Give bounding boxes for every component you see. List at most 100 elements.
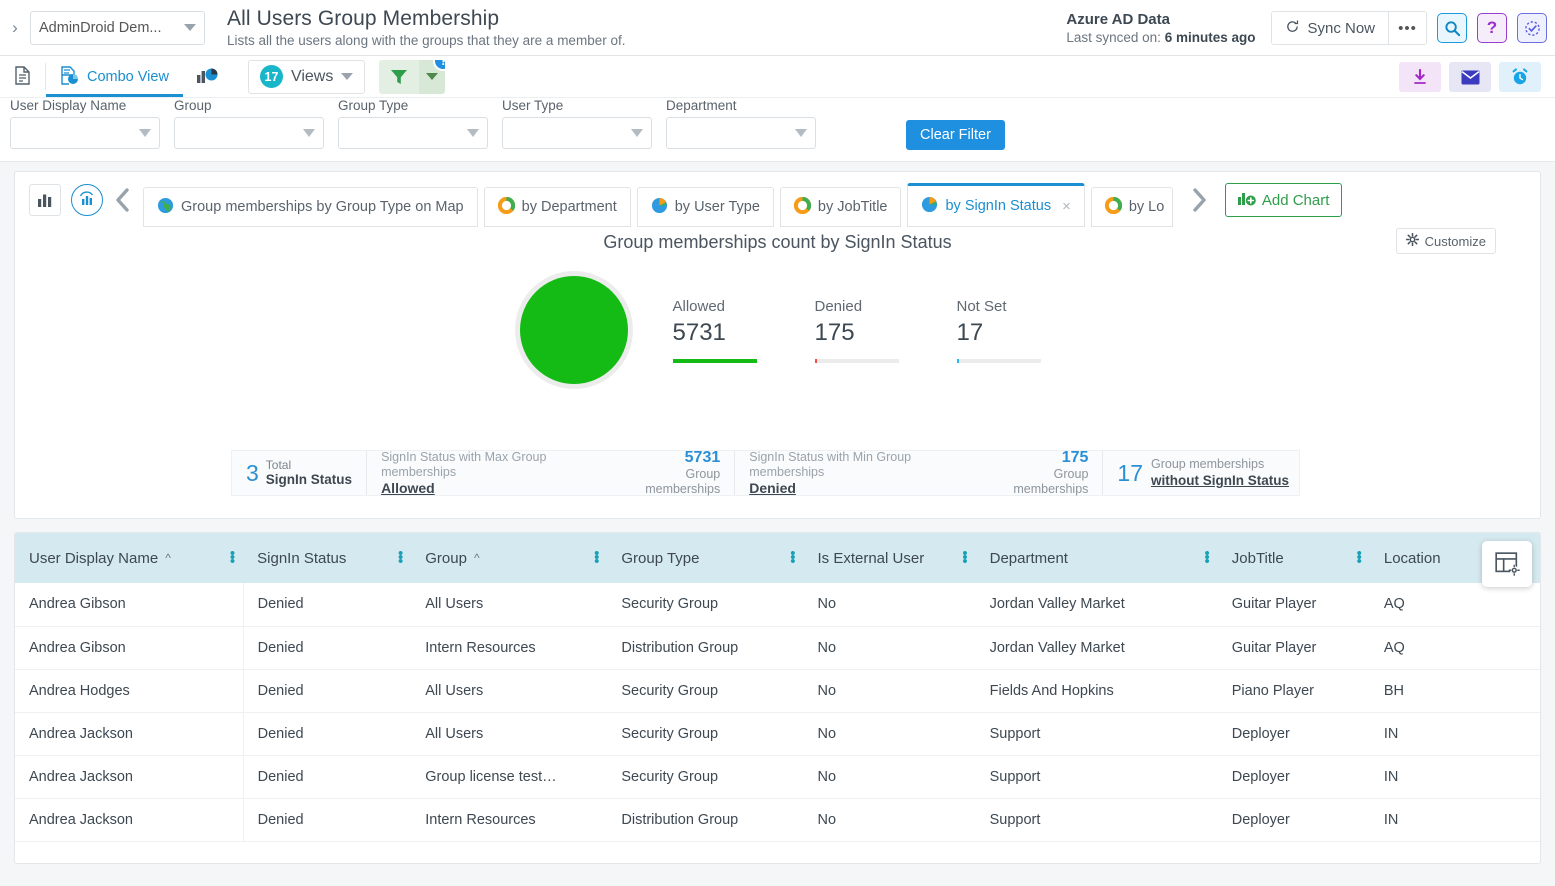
summary-without-value: 17 bbox=[1117, 459, 1143, 486]
filter-select-user-display-name[interactable] bbox=[10, 117, 160, 149]
summary-without-label[interactable]: without SignIn Status bbox=[1151, 472, 1289, 489]
table-cell: Fields And Hopkins bbox=[975, 669, 1218, 713]
refresh-chart-icon[interactable] bbox=[71, 184, 103, 216]
legend-value: 5731 bbox=[672, 318, 726, 346]
legend-label: Allowed bbox=[672, 297, 726, 315]
column-header-group-type[interactable]: Group Type • • • bbox=[607, 533, 804, 583]
summary-max-unit: Group memberships bbox=[645, 467, 721, 496]
column-label: Department bbox=[989, 549, 1068, 567]
chevron-down-icon bbox=[795, 129, 807, 137]
question-mark-icon[interactable]: ? bbox=[1477, 13, 1507, 43]
filter-department: Department bbox=[666, 98, 816, 149]
column-menu-icon[interactable]: • • • bbox=[962, 546, 967, 569]
tab-combo-view[interactable]: Combo View bbox=[46, 56, 183, 97]
table-cell: Guitar Player bbox=[1217, 626, 1370, 670]
summary-max-value: 5731 bbox=[684, 449, 721, 466]
column-menu-icon[interactable]: • • • bbox=[594, 546, 599, 569]
chevron-down-icon bbox=[303, 129, 315, 137]
column-menu-icon[interactable]: • • • bbox=[1205, 546, 1210, 569]
download-icon[interactable] bbox=[1399, 62, 1441, 92]
views-button[interactable]: 17 Views bbox=[247, 59, 366, 94]
column-menu-icon[interactable]: • • • bbox=[398, 546, 403, 569]
table-cell: All Users bbox=[411, 669, 608, 713]
chart-tab-group-type-map[interactable]: Group memberships by Group Type on Map bbox=[143, 187, 478, 227]
table-row[interactable]: Andrea Jackson Denied Group license test… S… bbox=[15, 755, 1540, 799]
chart-tab-strip: Group memberships by Group Type on Map b… bbox=[15, 172, 1540, 228]
chart-tabs-next-button[interactable] bbox=[1179, 187, 1219, 213]
chart-tab-label: Group memberships by Group Type on Map bbox=[181, 199, 464, 215]
chevron-down-icon bbox=[631, 129, 643, 137]
legend-item-denied[interactable]: Denied 175 bbox=[814, 298, 899, 363]
chevron-down-icon bbox=[426, 73, 439, 80]
column-menu-icon[interactable]: • • • bbox=[790, 546, 795, 569]
tenant-selector[interactable]: AdminDroid Dem... bbox=[30, 10, 205, 45]
summary-max: SignIn Status with Max Group memberships… bbox=[367, 449, 736, 497]
filter-row: User Display Name Group Group Type User … bbox=[0, 98, 1555, 162]
filter-select-group[interactable] bbox=[174, 117, 324, 149]
close-icon[interactable]: × bbox=[1062, 198, 1071, 215]
table-row[interactable]: Andrea Gibson Denied Intern Resources Distr… bbox=[15, 626, 1540, 670]
legend-item-allowed[interactable]: Allowed 5731 bbox=[672, 297, 757, 363]
column-header-jobtitle[interactable]: JobTitle • • • bbox=[1217, 533, 1370, 583]
table-row[interactable]: Andrea Jackson Denied Intern Resources Dist… bbox=[15, 798, 1540, 842]
chart-tab-by-user-type[interactable]: by User Type bbox=[636, 187, 774, 227]
sync-more-button[interactable]: ••• bbox=[1388, 12, 1426, 44]
tab-document-view[interactable] bbox=[0, 56, 45, 97]
pie-chart[interactable] bbox=[519, 276, 628, 384]
legend-item-not-set[interactable]: Not Set 17 bbox=[956, 298, 1041, 363]
chart-tab-by-signin-status[interactable]: by SignIn Status × bbox=[907, 183, 1085, 227]
column-menu-icon[interactable]: • • • bbox=[230, 546, 235, 569]
chart-tab-by-department[interactable]: by Department bbox=[483, 187, 631, 227]
envelope-icon[interactable] bbox=[1449, 62, 1491, 92]
table-cell: Denied bbox=[243, 583, 412, 627]
chart-tab-by-jobtitle[interactable]: by JobTitle bbox=[779, 187, 902, 227]
chart-tabs-prev-button[interactable] bbox=[103, 187, 143, 213]
chevron-down-icon bbox=[341, 73, 354, 80]
table-body: Andrea Gibson Denied All Users Security Gro… bbox=[15, 583, 1540, 842]
chart-summary-bar: 3 Total SignIn Status SignIn Status with… bbox=[231, 449, 1300, 497]
table-cell: All Users bbox=[411, 712, 608, 756]
table-row[interactable]: Andrea Jackson Denied All Users Security Gr… bbox=[15, 712, 1540, 756]
table-row[interactable]: Andrea Gibson Denied All Users Security Gro… bbox=[15, 583, 1540, 627]
column-label: Group bbox=[425, 549, 467, 567]
tab-chart-view[interactable] bbox=[183, 56, 232, 97]
sync-now-button[interactable]: Sync Now bbox=[1272, 12, 1388, 44]
filter-select-group-type[interactable] bbox=[338, 117, 488, 149]
chart-tab-by-location[interactable]: by Lo bbox=[1090, 187, 1173, 227]
check-clock-icon[interactable] bbox=[1517, 13, 1547, 43]
table-cell: AQ bbox=[1369, 583, 1540, 627]
summary-min-name[interactable]: Denied bbox=[749, 480, 980, 497]
chart-panel: Group memberships by Group Type on Map b… bbox=[14, 171, 1541, 519]
document-icon bbox=[14, 65, 31, 88]
filter-select-user-type[interactable] bbox=[502, 117, 652, 149]
filter-label: User Type bbox=[502, 98, 564, 113]
pie-chart-icon bbox=[651, 197, 668, 218]
column-menu-icon[interactable]: • • • bbox=[1357, 546, 1362, 569]
sync-button-group: Sync Now ••• bbox=[1271, 11, 1427, 45]
table-cell: Piano Player bbox=[1217, 669, 1370, 713]
add-chart-button[interactable]: Add Chart bbox=[1224, 183, 1343, 217]
clear-filter-button[interactable]: Clear Filter bbox=[906, 120, 1005, 150]
combo-view-icon bbox=[60, 65, 79, 88]
column-label: Is External User bbox=[817, 549, 925, 567]
table-settings-icon[interactable] bbox=[1482, 541, 1532, 587]
column-header-group[interactable]: Group ^ • • • bbox=[411, 533, 608, 583]
column-header-user-display-name[interactable]: User Display Name ^ • • • bbox=[15, 533, 244, 583]
table-cell: Distribution Group bbox=[607, 626, 804, 670]
filter-select-department[interactable] bbox=[666, 117, 816, 149]
column-header-department[interactable]: Department • • • bbox=[975, 533, 1218, 583]
filter-button[interactable] bbox=[379, 59, 420, 94]
search-icon[interactable] bbox=[1437, 13, 1467, 43]
filter-group: Group bbox=[174, 98, 324, 149]
customize-button[interactable]: Customize bbox=[1395, 228, 1496, 254]
summary-max-name[interactable]: Allowed bbox=[381, 480, 613, 497]
summary-total: 3 Total SignIn Status bbox=[232, 451, 368, 495]
alarm-clock-icon[interactable] bbox=[1499, 62, 1541, 92]
bar-chart-toggle-icon[interactable] bbox=[29, 184, 61, 216]
table-cell: Deployer bbox=[1217, 712, 1370, 756]
column-header-signin-status[interactable]: SignIn Status • • • bbox=[243, 533, 412, 583]
sidebar-expand-icon[interactable]: › bbox=[0, 18, 30, 38]
table-row[interactable]: Andrea Hodges Denied All Users Security Gro… bbox=[15, 669, 1540, 713]
column-header-is-external-user[interactable]: Is External User • • • bbox=[803, 533, 976, 583]
table-cell: Deployer bbox=[1217, 798, 1370, 842]
